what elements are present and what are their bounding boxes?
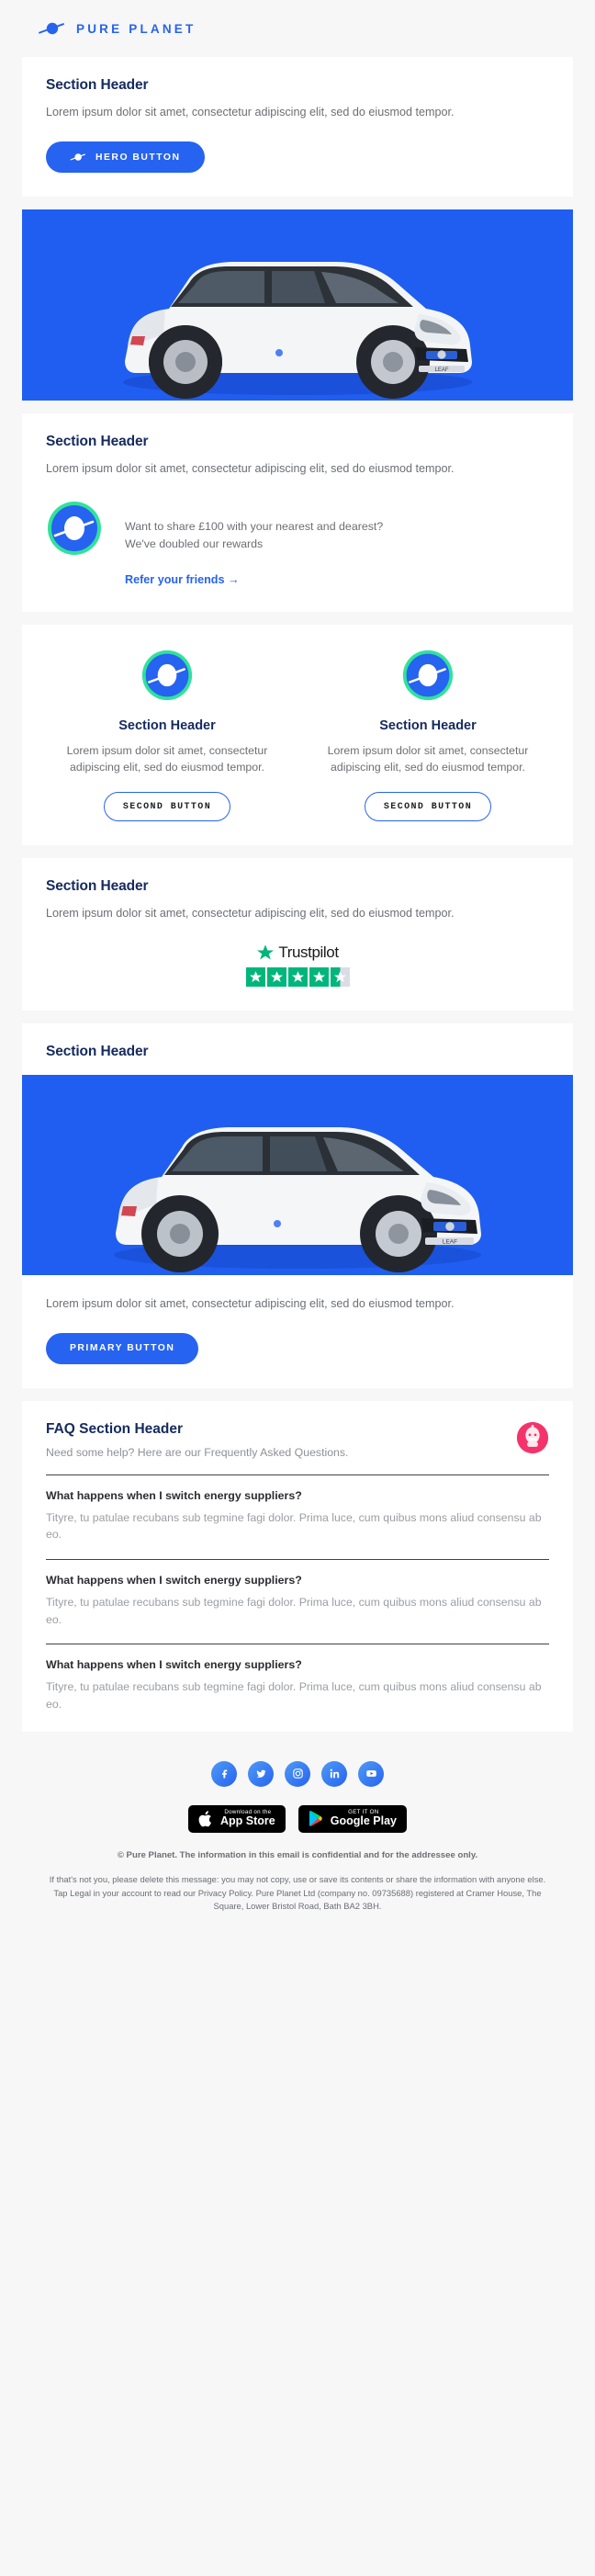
two-column-card: Section Header Lorem ipsum dolor sit ame… [22, 624, 573, 846]
promo-title: Section Header [46, 1043, 149, 1059]
feature-body-1: Lorem ipsum dolor sit amet, consectetur … [66, 743, 268, 774]
footer-legal: If that's not you, please delete this me… [49, 1874, 546, 1912]
hero-body: Lorem ipsum dolor sit amet, consectetur … [46, 106, 455, 119]
linkedin-icon[interactable] [321, 1760, 347, 1787]
feature-column-1: Section Header Lorem ipsum dolor sit ame… [37, 649, 298, 822]
primary-button[interactable]: PRIMARY BUTTON [46, 1332, 199, 1364]
trustpilot-title: Section Header [46, 878, 149, 895]
hero-button[interactable]: HERO BUTTON [46, 141, 205, 174]
faq-answer: Tityre, tu patulae recubans sub tegmine … [46, 1596, 542, 1626]
planet-badge-icon [51, 649, 283, 706]
hero-image-card: LEAF [22, 209, 573, 401]
referral-card: Section Header Lorem ipsum dolor sit ame… [22, 413, 573, 612]
brand-logo[interactable]: PURE PLANET [39, 20, 196, 37]
app-store-label: App Store [220, 1814, 275, 1828]
facebook-icon[interactable] [211, 1760, 237, 1787]
star-5-half [330, 966, 350, 987]
feature-body-2: Lorem ipsum dolor sit amet, consectetur … [327, 743, 529, 774]
app-store-badges: Download on the App Store GET IT ON Goog… [0, 1804, 595, 1833]
faq-item[interactable]: What happens when I switch energy suppli… [46, 1574, 549, 1628]
svg-text:LEAF: LEAF [434, 367, 448, 373]
instagram-icon[interactable] [285, 1760, 310, 1787]
hero-button-label: HERO BUTTON [95, 152, 181, 163]
faq-divider [46, 1559, 549, 1561]
google-play-icon [309, 1811, 322, 1827]
faq-answer: Tityre, tu patulae recubans sub tegmine … [46, 1680, 542, 1712]
youtube-icon[interactable] [358, 1760, 384, 1787]
email-header: PURE PLANET [0, 0, 595, 57]
referral-promo-line-1: Want to share £100 with your nearest and… [125, 520, 384, 534]
feature-title-2: Section Header [379, 717, 477, 733]
faq-question: What happens when I switch energy suppli… [46, 1658, 302, 1672]
brand-name: PURE PLANET [76, 21, 196, 36]
faq-answer: Tityre, tu patulae recubans sub tegmine … [46, 1510, 542, 1542]
faq-divider [46, 1474, 549, 1475]
email-footer: Download on the App Store GET IT ON Goog… [0, 1745, 595, 1932]
star-4 [309, 966, 329, 987]
social-links [0, 1760, 595, 1787]
refer-friends-link[interactable]: Refer your friends → [125, 573, 240, 586]
planet-icon [39, 22, 64, 35]
planet-badge-icon [46, 500, 103, 561]
faq-item[interactable]: What happens when I switch energy suppli… [46, 1489, 549, 1543]
promo-car-image: LEAF [22, 1074, 573, 1275]
star-1 [245, 966, 265, 987]
twitter-icon[interactable] [248, 1760, 274, 1787]
hero-card: Section Header Lorem ipsum dolor sit ame… [22, 57, 573, 198]
email-page: PURE PLANET Section Header Lorem ipsum d… [0, 0, 595, 1932]
apple-icon [198, 1811, 211, 1827]
feature-button-1[interactable]: SECOND BUTTON [103, 792, 231, 822]
robot-avatar-icon[interactable] [516, 1421, 549, 1459]
trustpilot-wordmark: Trustpilot [278, 943, 339, 961]
feature-title-1: Section Header [118, 717, 216, 733]
trustpilot-stars [245, 966, 350, 987]
faq-question: What happens when I switch energy suppli… [46, 1574, 302, 1587]
referral-body: Lorem ipsum dolor sit amet, consectetur … [46, 462, 455, 476]
faq-card: FAQ Section Header Need some help? Here … [22, 1400, 573, 1732]
trustpilot-body: Lorem ipsum dolor sit amet, consectetur … [46, 907, 455, 921]
star-3 [287, 966, 308, 987]
star-2 [266, 966, 286, 987]
google-play-badge[interactable]: GET IT ON Google Play [298, 1804, 407, 1833]
trustpilot-rating[interactable]: Trustpilot [22, 923, 573, 1011]
faq-item[interactable]: What happens when I switch energy suppli… [46, 1658, 549, 1712]
promo-body: Lorem ipsum dolor sit amet, consectetur … [46, 1296, 455, 1310]
app-store-badge[interactable]: Download on the App Store [188, 1804, 286, 1833]
faq-title: FAQ Section Header [46, 1420, 184, 1437]
feature-button-2[interactable]: SECOND BUTTON [364, 792, 492, 822]
referral-promo: Want to share £100 with your nearest and… [46, 500, 549, 587]
svg-text:LEAF: LEAF [443, 1238, 457, 1245]
google-play-label: Google Play [330, 1814, 397, 1828]
trustpilot-card: Section Header Lorem ipsum dolor sit ame… [22, 858, 573, 1011]
promo-card: Section Header LEAF Lorem ipsum dolor si… [22, 1022, 573, 1388]
planet-badge-icon [312, 649, 544, 706]
trustpilot-star-icon [257, 943, 275, 960]
trustpilot-logo: Trustpilot [256, 943, 339, 962]
hero-title: Section Header [46, 77, 149, 93]
referral-promo-line-2: We've doubled our rewards [125, 537, 264, 550]
referral-title: Section Header [46, 434, 149, 450]
faq-subtitle: Need some help? Here are our Frequently … [46, 1445, 349, 1459]
footer-copyright: © Pure Planet. The information in this e… [117, 1849, 478, 1860]
planet-icon [70, 153, 85, 161]
feature-column-2: Section Header Lorem ipsum dolor sit ame… [298, 649, 558, 822]
faq-question: What happens when I switch energy suppli… [46, 1488, 302, 1502]
hero-car-image: LEAF [22, 209, 573, 401]
